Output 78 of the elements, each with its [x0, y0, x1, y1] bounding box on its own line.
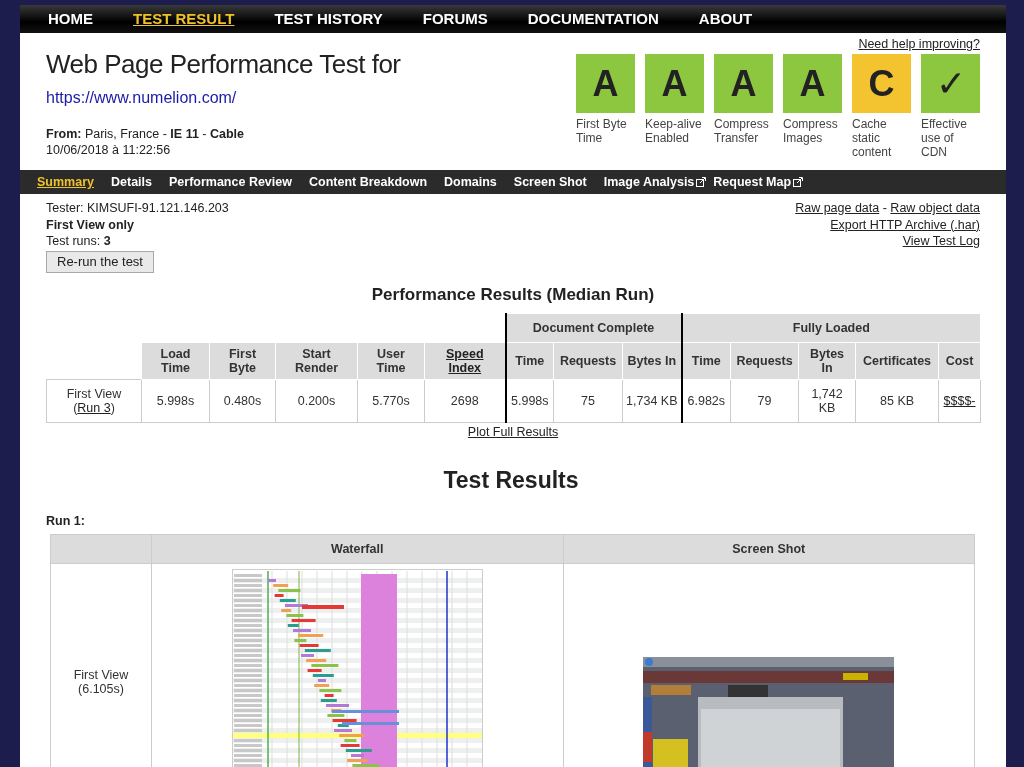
subnav-tab[interactable]: Details [111, 175, 152, 189]
grade-badge: A [576, 54, 635, 113]
table-cell: 79 [730, 379, 799, 423]
table-cell: 0.200s [275, 379, 358, 423]
subnav-tab[interactable]: Request Map [713, 175, 804, 189]
link-separator: - [881, 201, 888, 215]
data-link[interactable]: Export HTTP Archive (.har) [830, 217, 980, 232]
column-header: User Time [357, 342, 425, 380]
section-title: Test Results [442, 467, 580, 494]
external-link-icon [793, 177, 804, 187]
table-cell: 0.480s [209, 379, 276, 423]
nav-tab[interactable]: ABOUT [698, 5, 753, 33]
data-link[interactable]: View Test Log [902, 234, 980, 248]
grade-label: Keep-alive Enabled [645, 117, 703, 145]
table-cell: 75 [553, 379, 623, 423]
rerun-button[interactable]: Re-run the test [46, 250, 154, 273]
grade-badge: C [852, 54, 911, 113]
cost-link[interactable]: $$$$- [943, 394, 976, 408]
nav-tab[interactable]: FORUMS [422, 5, 488, 33]
data-link[interactable]: Raw page data [795, 201, 880, 215]
nav-tab[interactable]: TEST RESULT [133, 5, 235, 33]
grade-badge: A [714, 54, 773, 113]
test-date: 10/06/2018 à 11:22:56 [46, 143, 172, 157]
grade-label: First Byte Time [576, 117, 628, 145]
test-runs: Test runs: 3 [46, 233, 112, 250]
help-link[interactable]: Need help improving? [858, 37, 980, 51]
section-title: Performance Results (Median Run) [370, 285, 656, 305]
column-header: Time [681, 342, 731, 380]
column-header: Screen Shot [563, 534, 975, 564]
table-cell: 5.998s [141, 379, 210, 423]
tester-info: Tester: KIMSUFI-91.121.146.203 [46, 200, 229, 217]
column-header: Waterfall [151, 534, 563, 564]
subnav-tab[interactable]: Summary [37, 175, 94, 189]
grade-label: Compress Transfer [714, 117, 770, 145]
column-header: First Byte [209, 342, 276, 380]
url-link[interactable]: https://www.numelion.com/ [46, 89, 237, 107]
speed-index-link[interactable]: Speed Index [429, 347, 501, 375]
column-header: Start Render [275, 342, 358, 380]
load-time: (6.105s) [77, 681, 125, 696]
grade-label: Cache static content [852, 117, 893, 159]
view-label: First View [72, 667, 130, 682]
column-group-header: Fully Loaded [681, 313, 981, 343]
row-header: First View (Run 3) [46, 379, 142, 423]
external-link-icon [696, 177, 707, 187]
table-cell: 5.998s [505, 379, 554, 423]
column-header: Certificates [855, 342, 939, 380]
run-link[interactable]: Run 3 [77, 401, 111, 415]
nav-tab[interactable]: HOME [48, 5, 93, 33]
table-cell: 1,742 KB [798, 379, 856, 423]
nav-tab[interactable]: TEST HISTORY [274, 5, 383, 33]
column-header: Time [505, 342, 554, 380]
table-cell: 6.982s [681, 379, 731, 423]
view-mode: First View only [46, 216, 135, 233]
column-header: Requests [730, 342, 799, 380]
grade-label: Compress Images [783, 117, 839, 145]
grade-label: Effective use of CDN [921, 117, 968, 159]
page-title: Web Page Performance Test for [46, 49, 401, 80]
subnav-tab[interactable]: Screen Shot [513, 175, 587, 189]
table-cell: 85 KB [855, 379, 939, 423]
column-header: Load Time [141, 342, 210, 380]
subnav-tab[interactable]: Image Analysis [603, 175, 707, 189]
column-group-header: Document Complete [505, 313, 682, 343]
nav-tab[interactable]: DOCUMENTATION [527, 5, 659, 33]
column-header: Cost [938, 342, 981, 380]
test-location: From: Paris, France - IE 11 - Cable [46, 127, 245, 141]
grade-badge: A [645, 54, 704, 113]
column-header: Bytes In [798, 342, 856, 380]
subnav-tab[interactable]: Performance Review [169, 175, 292, 189]
grade-badge: A [783, 54, 842, 113]
run-label: Run 1: [46, 514, 86, 528]
column-header: Bytes In [622, 342, 682, 380]
data-link[interactable]: Raw object data [890, 201, 980, 215]
table-cell: 5.770s [357, 379, 425, 423]
plot-link[interactable]: Plot Full Results [467, 425, 559, 439]
grade-badge: ✓ [921, 54, 980, 113]
subnav-tab[interactable]: Domains [444, 175, 497, 189]
column-header: Requests [553, 342, 623, 380]
subnav-tab[interactable]: Content Breakdown [308, 175, 428, 189]
